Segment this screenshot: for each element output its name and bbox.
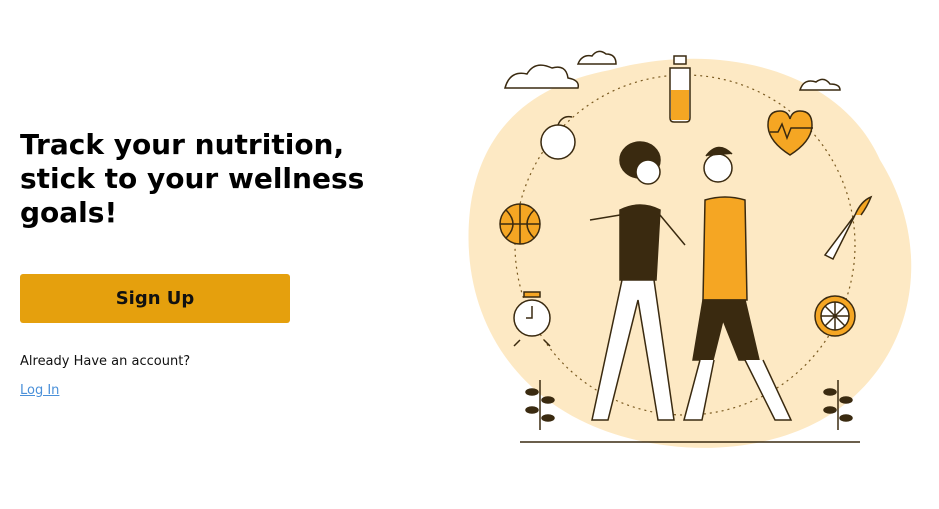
cloud-icon (576, 50, 617, 65)
cloud-icon (798, 78, 841, 91)
orange-slice-icon (814, 295, 856, 337)
log-in-link[interactable]: Log In (20, 383, 59, 398)
basketball-icon (499, 203, 541, 245)
hero-headline: Track your nutrition, stick to your well… (20, 128, 365, 229)
cloud-icon (504, 64, 580, 89)
sign-up-button[interactable]: Sign Up (20, 274, 290, 323)
hero-section: Track your nutrition, stick to your well… (20, 0, 440, 509)
account-prompt: Already Have an account? (20, 354, 191, 369)
couple-walking-illustration (468, 50, 912, 448)
